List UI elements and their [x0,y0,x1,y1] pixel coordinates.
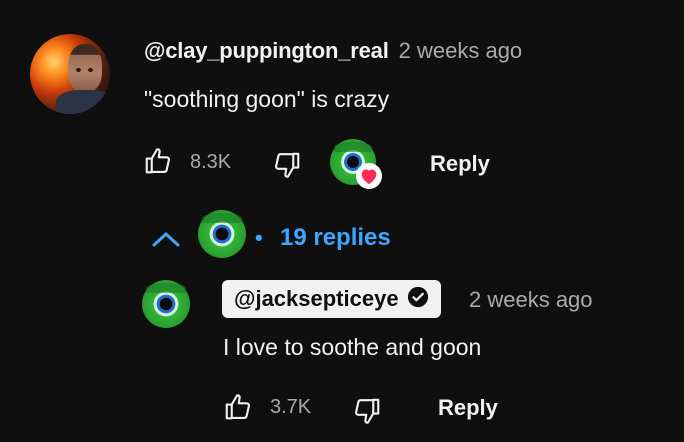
chevron-up-icon[interactable] [151,230,181,248]
replies-toggle-label[interactable]: 19 replies [280,224,391,252]
heart-icon [356,163,382,189]
reply-author-avatar[interactable] [142,280,190,328]
dislike-icon[interactable] [272,150,302,180]
dot-separator: • [255,225,263,250]
dislike-icon[interactable] [352,396,382,426]
creator-badge[interactable]: @jacksepticeye [222,280,441,318]
comment-header: @clay_puppington_real 2 weeks ago [144,38,522,64]
replier-avatar [198,210,246,258]
comment-author[interactable]: @clay_puppington_real [144,38,389,64]
reply-text: I love to soothe and goon [223,334,482,360]
like-icon[interactable] [143,146,173,176]
avatar-face [68,44,102,92]
author-avatar[interactable] [30,34,110,114]
comment-text: "soothing goon" is crazy [144,86,390,112]
avatar-body [56,90,110,114]
comment-timestamp[interactable]: 2 weeks ago [399,38,523,64]
verified-check-icon [407,286,429,313]
reply-author: @jacksepticeye [234,286,399,311]
reply-button[interactable]: Reply [430,151,490,177]
like-icon[interactable] [223,392,253,422]
like-count: 3.7K [270,396,312,418]
avatar-eye-left [76,68,81,72]
reply-button[interactable]: Reply [438,395,498,421]
reply-timestamp[interactable]: 2 weeks ago [469,287,593,313]
like-count: 8.3K [190,151,232,173]
avatar-eye-right [88,68,93,72]
